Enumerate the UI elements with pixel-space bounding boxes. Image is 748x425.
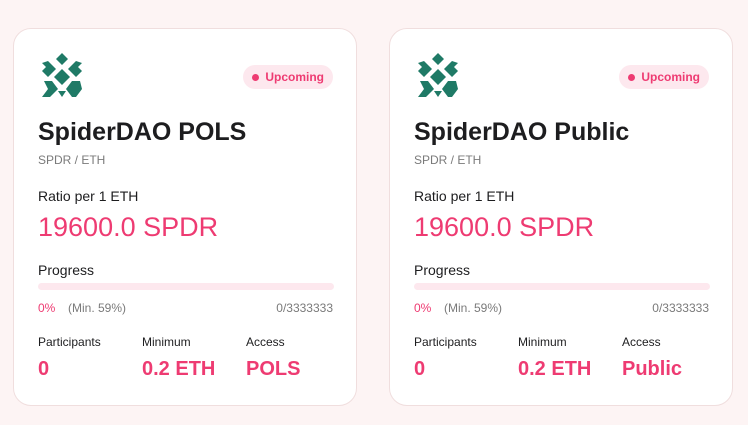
participants-label: Participants (38, 335, 101, 349)
minimum-value: 0.2 ETH (518, 358, 592, 380)
access-label: Access (622, 335, 661, 349)
pool-card-public[interactable]: Upcoming SpiderDAO Public SPDR / ETH Rat… (389, 28, 733, 406)
minimum-label: Minimum (518, 335, 567, 349)
progress-percent: 0% (38, 301, 56, 315)
participants-label: Participants (414, 335, 477, 349)
progress-minimum: (Min. 59%) (68, 301, 127, 315)
status-dot-icon (252, 73, 260, 81)
progress-bar (38, 283, 334, 290)
access-label: Access (246, 335, 285, 349)
ratio-label: Ratio per 1 ETH (414, 188, 515, 204)
progress-cap: 0/3333333 (276, 301, 333, 315)
ratio-label: Ratio per 1 ETH (38, 188, 139, 204)
progress-bar (414, 283, 710, 290)
progress-percent: 0% (414, 301, 432, 315)
status-badge: Upcoming (243, 65, 333, 89)
status-badge: Upcoming (619, 65, 709, 89)
status-dot-icon (628, 73, 636, 81)
progress-cap: 0/3333333 (652, 301, 709, 315)
access-value: Public (622, 358, 683, 380)
participants-value: 0 (414, 358, 426, 380)
token-pair: SPDR / ETH (38, 153, 106, 167)
pool-title: SpiderDAO Public (414, 118, 630, 146)
spiderdao-logo-icon (418, 53, 458, 97)
pool-card-pols[interactable]: Upcoming SpiderDAO POLS SPDR / ETH Ratio… (13, 28, 357, 406)
progress-minimum: (Min. 59%) (444, 301, 503, 315)
ratio-value: 19600.0 SPDR (414, 212, 595, 242)
ratio-value: 19600.0 SPDR (38, 212, 219, 242)
spiderdao-logo-icon (42, 53, 82, 97)
token-pair: SPDR / ETH (414, 153, 482, 167)
access-value: POLS (246, 358, 301, 380)
status-label: Upcoming (265, 70, 324, 84)
minimum-label: Minimum (142, 335, 191, 349)
progress-label: Progress (38, 262, 95, 278)
pool-title: SpiderDAO POLS (38, 118, 247, 146)
participants-value: 0 (38, 358, 50, 380)
minimum-value: 0.2 ETH (142, 358, 216, 380)
status-label: Upcoming (641, 70, 700, 84)
progress-label: Progress (414, 262, 471, 278)
